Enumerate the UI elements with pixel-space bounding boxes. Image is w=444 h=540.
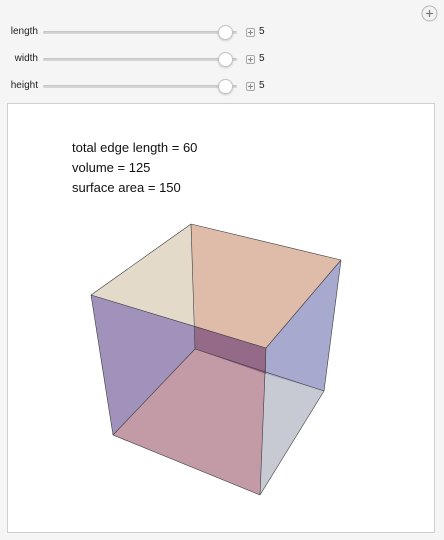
height-control: height 5 xyxy=(0,78,444,96)
width-control: width 5 xyxy=(0,51,444,69)
length-value: 5 xyxy=(259,26,265,37)
width-plus-icon[interactable] xyxy=(246,55,255,64)
width-value: 5 xyxy=(259,53,265,64)
height-value: 5 xyxy=(259,80,265,91)
height-plus-icon[interactable] xyxy=(246,82,255,91)
width-slider[interactable] xyxy=(43,52,237,67)
height-slider[interactable] xyxy=(43,79,237,94)
length-plus-icon[interactable] xyxy=(246,28,255,37)
cube-graphic[interactable] xyxy=(8,104,434,532)
reset-button[interactable] xyxy=(421,5,438,22)
length-slider[interactable] xyxy=(43,25,237,40)
length-label: length xyxy=(10,26,38,37)
output-panel: total edge length = 60 volume = 125 surf… xyxy=(7,103,435,533)
length-control: length 5 xyxy=(0,24,444,42)
length-slider-thumb[interactable] xyxy=(218,25,233,40)
height-slider-thumb[interactable] xyxy=(218,79,233,94)
width-slider-thumb[interactable] xyxy=(218,52,233,67)
width-label: width xyxy=(14,53,38,64)
height-label: height xyxy=(10,80,38,91)
demonstration-app: length 5 width 5 height 5 total edge len… xyxy=(0,0,444,540)
